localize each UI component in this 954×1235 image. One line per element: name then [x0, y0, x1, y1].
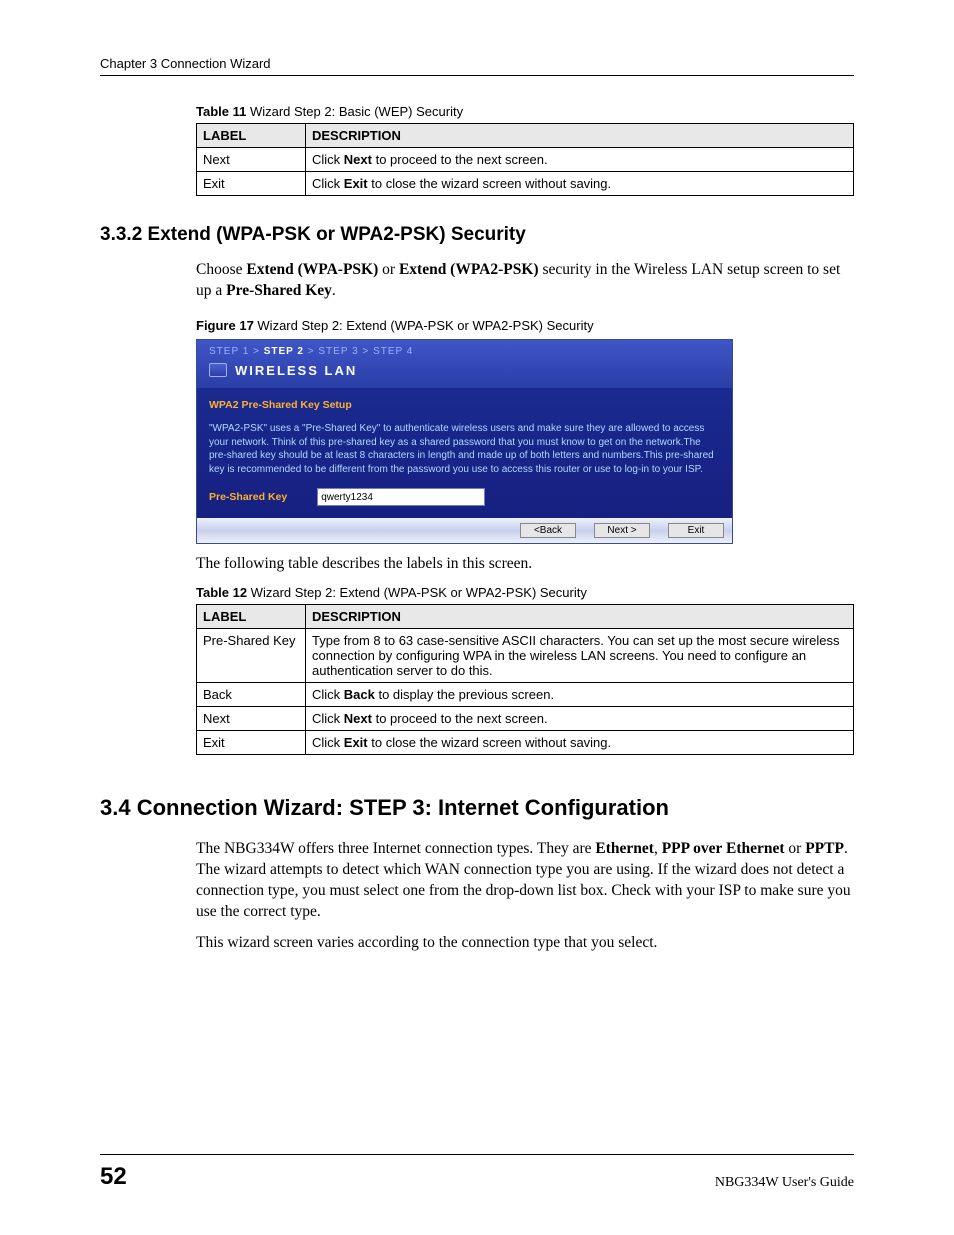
table12-head-label: LABEL — [197, 604, 306, 628]
footer-rule — [100, 1154, 854, 1155]
table11-caption-number: Table 11 — [196, 104, 246, 119]
table12-r1-label: Back — [197, 682, 306, 706]
section-3-3-2-paragraph: Choose Extend (WPA-PSK) or Extend (WPA2-… — [196, 260, 854, 302]
table11-head-desc: DESCRIPTION — [306, 124, 854, 148]
wireless-icon — [209, 363, 227, 377]
table-row: Exit Click Exit to close the wizard scre… — [197, 172, 854, 196]
table12-r2-label: Next — [197, 706, 306, 730]
wizard-help-text: "WPA2-PSK" uses a "Pre-Shared Key" to au… — [209, 422, 720, 476]
after-figure-text: The following table describes the labels… — [196, 554, 854, 575]
table12-r0-label: Pre-Shared Key — [197, 628, 306, 682]
table12-r3-label: Exit — [197, 730, 306, 754]
table12-caption-text: Wizard Step 2: Extend (WPA-PSK or WPA2-P… — [247, 585, 587, 600]
wizard-title: WIRELESS LAN — [235, 363, 357, 378]
wizard-step-1: STEP 1 — [209, 346, 249, 357]
wizard-step-4: STEP 4 — [373, 346, 413, 357]
table12-r3-desc: Click Exit to close the wizard screen wi… — [306, 730, 854, 754]
table12-r2-desc: Click Next to proceed to the next screen… — [306, 706, 854, 730]
table12-r1-desc: Click Back to display the previous scree… — [306, 682, 854, 706]
table12-caption-number: Table 12 — [196, 585, 247, 600]
table11-r1-desc: Click Exit to close the wizard screen wi… — [306, 172, 854, 196]
table-row: Exit Click Exit to close the wizard scre… — [197, 730, 854, 754]
wizard-step-3: STEP 3 — [318, 346, 358, 357]
chapter-header: Chapter 3 Connection Wizard — [100, 56, 854, 71]
wizard-steps: STEP 1 > STEP 2 > STEP 3 > STEP 4 — [197, 346, 732, 359]
section-3-4-p1: The NBG334W offers three Internet connec… — [196, 839, 854, 923]
table11-caption-text: Wizard Step 2: Basic (WEP) Security — [246, 104, 463, 119]
table-row: Next Click Next to proceed to the next s… — [197, 706, 854, 730]
psk-input[interactable] — [317, 488, 485, 506]
section-3-4-p2: This wizard screen varies according to t… — [196, 933, 854, 954]
table11-caption: Table 11 Wizard Step 2: Basic (WEP) Secu… — [196, 104, 854, 119]
guide-name: NBG334W User's Guide — [715, 1175, 854, 1191]
psk-label: Pre-Shared Key — [209, 490, 287, 504]
wizard-header: STEP 1 > STEP 2 > STEP 3 > STEP 4 WIRELE… — [197, 340, 732, 388]
figure17-caption-number: Figure 17 — [196, 318, 254, 333]
table12-head-desc: DESCRIPTION — [306, 604, 854, 628]
wizard-step-2: STEP 2 — [264, 346, 304, 357]
table-row: Next Click Next to proceed to the next s… — [197, 148, 854, 172]
heading-3-3-2: 3.3.2 Extend (WPA-PSK or WPA2-PSK) Secur… — [100, 224, 854, 246]
header-rule — [100, 75, 854, 76]
figure17-caption: Figure 17 Wizard Step 2: Extend (WPA-PSK… — [196, 318, 854, 333]
wizard-footer: <Back Next > Exit — [197, 518, 732, 543]
wizard-body: WPA2 Pre-Shared Key Setup "WPA2-PSK" use… — [197, 388, 732, 518]
wizard-setup-title: WPA2 Pre-Shared Key Setup — [209, 398, 720, 412]
table-row: Pre-Shared Key Type from 8 to 63 case-se… — [197, 628, 854, 682]
table11: LABEL DESCRIPTION Next Click Next to pro… — [196, 123, 854, 196]
table12-caption: Table 12 Wizard Step 2: Extend (WPA-PSK … — [196, 585, 854, 600]
table11-r1-label: Exit — [197, 172, 306, 196]
next-button[interactable]: Next > — [594, 523, 650, 538]
exit-button[interactable]: Exit — [668, 523, 724, 538]
table11-r0-label: Next — [197, 148, 306, 172]
back-button[interactable]: <Back — [520, 523, 576, 538]
table12: LABEL DESCRIPTION Pre-Shared Key Type fr… — [196, 604, 854, 755]
table11-head-label: LABEL — [197, 124, 306, 148]
heading-3-4: 3.4 Connection Wizard: STEP 3: Internet … — [100, 795, 854, 821]
table-row: Back Click Back to display the previous … — [197, 682, 854, 706]
figure17-caption-text: Wizard Step 2: Extend (WPA-PSK or WPA2-P… — [254, 318, 594, 333]
table12-r0-desc: Type from 8 to 63 case-sensitive ASCII c… — [306, 628, 854, 682]
table11-r0-desc: Click Next to proceed to the next screen… — [306, 148, 854, 172]
page-number: 52 — [100, 1163, 127, 1191]
wizard-screenshot: STEP 1 > STEP 2 > STEP 3 > STEP 4 WIRELE… — [196, 339, 733, 544]
